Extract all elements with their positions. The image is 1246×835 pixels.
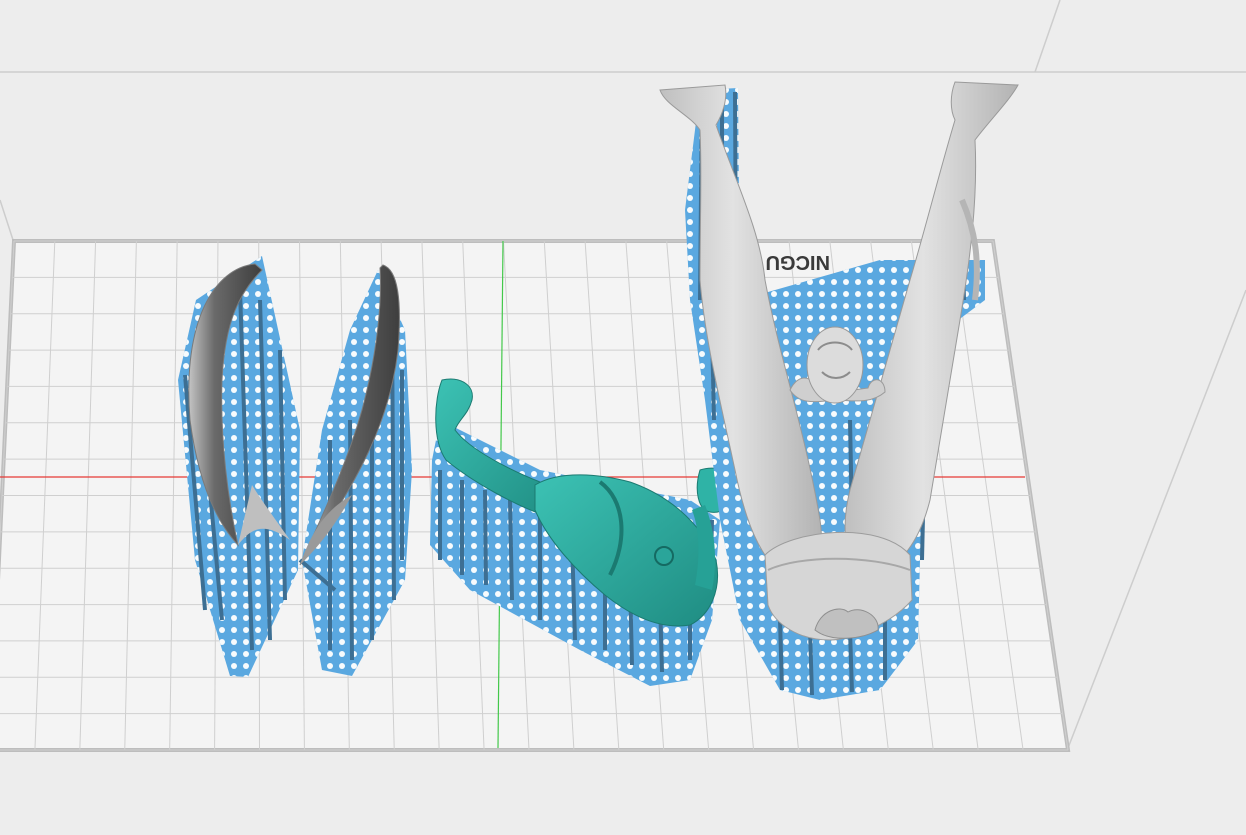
head-shape — [806, 326, 864, 404]
plate-brand-text: NICGU — [766, 251, 830, 273]
torso-peg — [654, 546, 674, 566]
scene-canvas[interactable]: NICGU — [0, 0, 1246, 835]
3d-viewport[interactable]: NICGU — [0, 0, 1246, 835]
